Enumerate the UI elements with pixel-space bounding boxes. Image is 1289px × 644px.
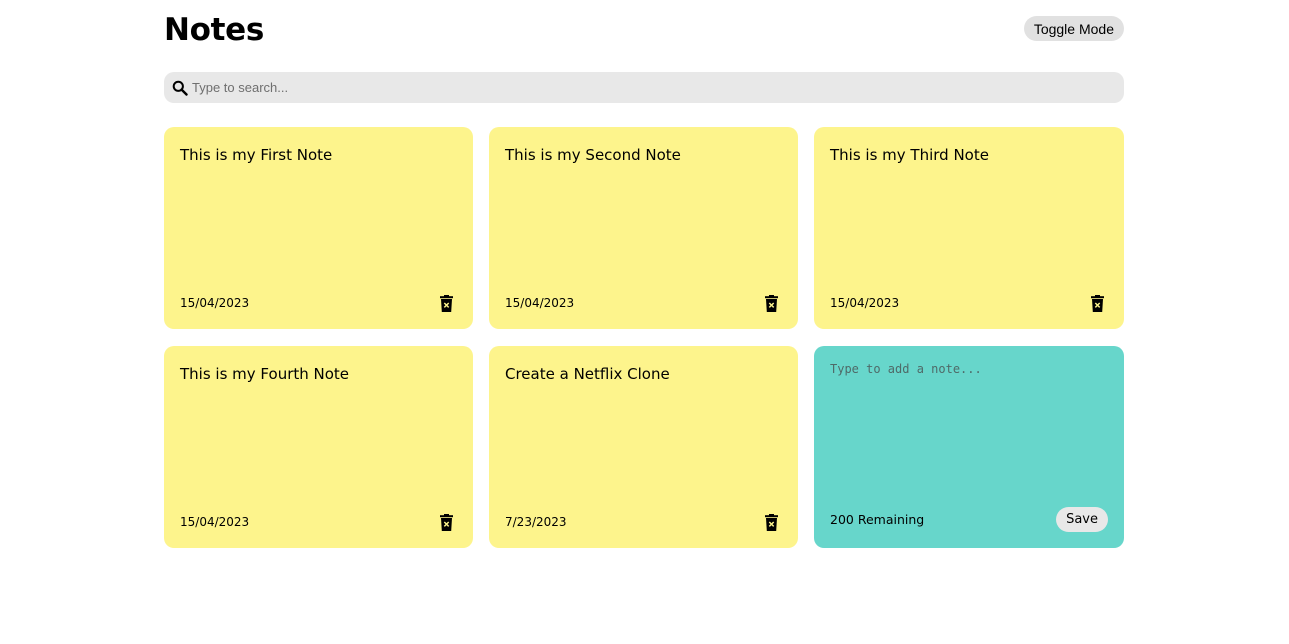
notes-list: This is my First Note 15/04/2023 This is…: [164, 127, 1124, 548]
app-container: Notes Toggle Mode This is my First Note …: [164, 0, 1124, 548]
delete-icon[interactable]: [762, 513, 780, 531]
note-footer: 7/23/2023: [505, 512, 782, 532]
note-footer: 15/04/2023: [180, 293, 457, 313]
note-date: 7/23/2023: [505, 515, 567, 529]
note-date: 15/04/2023: [180, 515, 250, 529]
delete-icon[interactable]: [437, 513, 455, 531]
note-card: This is my Fourth Note 15/04/2023: [164, 346, 473, 548]
header: Notes Toggle Mode: [164, 0, 1124, 72]
search-bar: [164, 72, 1124, 103]
toggle-mode-button[interactable]: Toggle Mode: [1023, 16, 1124, 41]
delete-icon[interactable]: [762, 294, 780, 312]
new-note-footer: 200 Remaining Save: [830, 507, 1108, 532]
note-card: This is my First Note 15/04/2023: [164, 127, 473, 329]
note-card: This is my Third Note 15/04/2023: [814, 127, 1124, 329]
note-text: This is my First Note: [180, 146, 333, 164]
delete-icon[interactable]: [437, 294, 455, 312]
note-card: This is my Second Note 15/04/2023: [489, 127, 798, 329]
note-date: 15/04/2023: [180, 296, 250, 310]
new-note-textarea[interactable]: [830, 362, 1108, 482]
note-text: This is my Second Note: [505, 146, 681, 164]
note-text: Create a Netflix Clone: [505, 365, 670, 383]
save-button[interactable]: Save: [1056, 507, 1108, 532]
note-footer: 15/04/2023: [505, 293, 782, 313]
note-footer: 15/04/2023: [830, 293, 1108, 313]
delete-icon[interactable]: [1088, 294, 1106, 312]
note-date: 15/04/2023: [830, 296, 900, 310]
note-card: Create a Netflix Clone 7/23/2023: [489, 346, 798, 548]
page-title: Notes: [164, 12, 265, 48]
note-text: This is my Third Note: [830, 146, 989, 164]
search-input[interactable]: [192, 72, 1124, 103]
note-text: This is my Fourth Note: [180, 365, 350, 383]
remaining-count: 200 Remaining: [830, 512, 925, 527]
note-footer: 15/04/2023: [180, 512, 457, 532]
note-date: 15/04/2023: [505, 296, 575, 310]
new-note-card: 200 Remaining Save: [814, 346, 1124, 548]
search-icon: [171, 79, 189, 97]
